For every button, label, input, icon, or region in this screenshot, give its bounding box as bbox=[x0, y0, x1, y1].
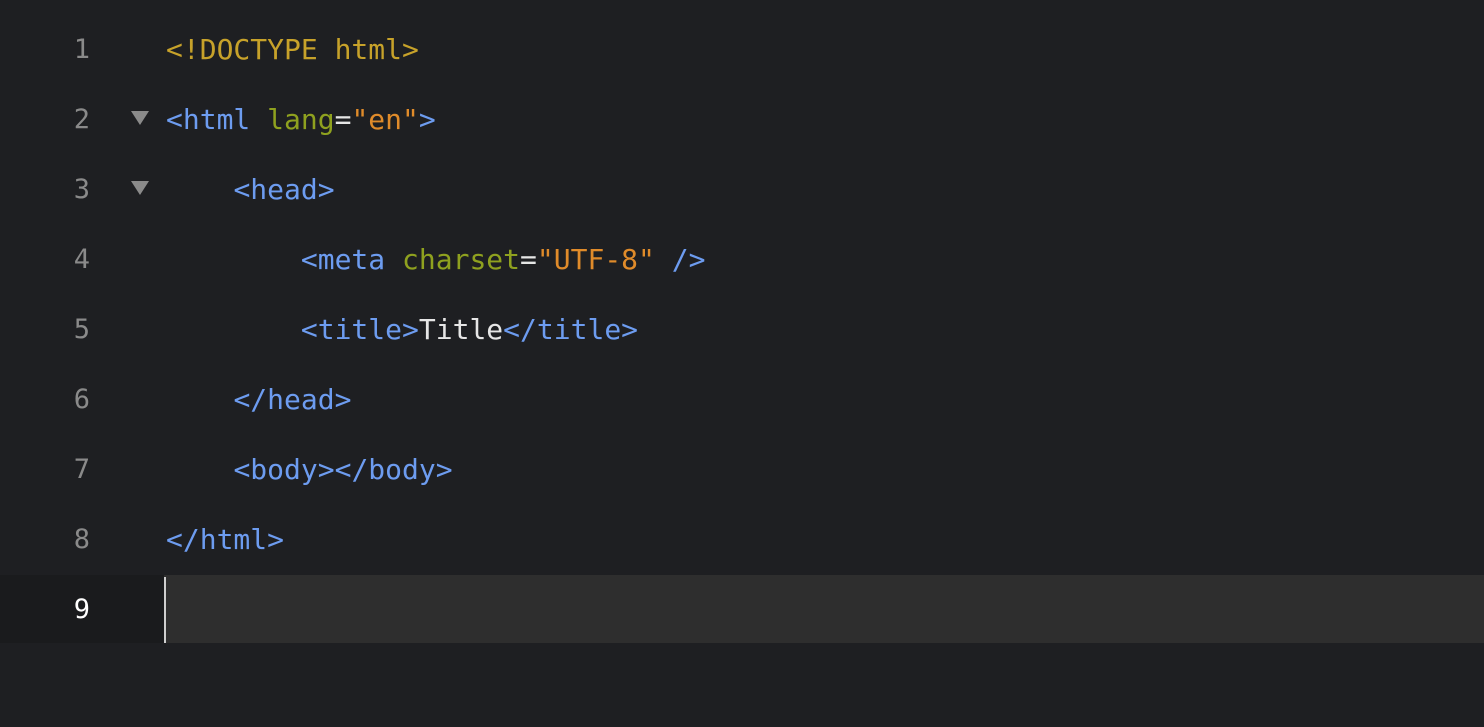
line-number: 8 bbox=[73, 524, 90, 555]
token-string: "en" bbox=[351, 103, 419, 136]
code-text[interactable]: </html> bbox=[166, 505, 284, 575]
token-punct: = bbox=[520, 243, 537, 276]
token-tag: </head> bbox=[233, 383, 352, 416]
code-editor[interactable]: 1 <!DOCTYPE html> 2 <html lang="en"> 3 <head… bbox=[0, 0, 1484, 727]
code-line[interactable]: 9 bbox=[0, 575, 1484, 645]
line-number: 2 bbox=[73, 104, 90, 135]
line-number: 7 bbox=[73, 454, 90, 485]
code-line[interactable]: 1 <!DOCTYPE html> bbox=[0, 15, 1484, 85]
code-line[interactable]: 4 <meta charset="UTF-8" /> bbox=[0, 225, 1484, 295]
code-line[interactable]: 5 <title>Title</title> bbox=[0, 295, 1484, 365]
code-text[interactable]: </head> bbox=[166, 365, 351, 435]
code-line[interactable]: 2 <html lang="en"> bbox=[0, 85, 1484, 155]
token-doctype: <!DOCTYPE html> bbox=[166, 33, 419, 66]
code-text[interactable]: <meta charset="UTF-8" /> bbox=[166, 225, 706, 295]
token-string: "UTF-8" bbox=[536, 243, 655, 276]
token-tag: <meta bbox=[300, 243, 386, 276]
line-number: 3 bbox=[73, 174, 90, 205]
code-text[interactable]: <!DOCTYPE html> bbox=[166, 15, 419, 85]
line-number: 5 bbox=[73, 314, 90, 345]
line-number: 1 bbox=[73, 34, 90, 65]
code-line[interactable]: 7 <body></body> bbox=[0, 435, 1484, 505]
token-tag: <title> bbox=[300, 313, 419, 346]
token-tag: </html> bbox=[166, 523, 285, 556]
fold-arrow-icon[interactable] bbox=[131, 111, 149, 125]
token-attribute: lang bbox=[267, 103, 335, 136]
token-tag: </title> bbox=[503, 313, 639, 346]
line-number: 6 bbox=[73, 384, 90, 415]
editor-empty-area[interactable] bbox=[0, 643, 1484, 727]
code-text[interactable]: <html lang="en"> bbox=[166, 85, 436, 155]
token-attribute: charset bbox=[402, 243, 521, 276]
fold-arrow-icon[interactable] bbox=[131, 181, 149, 195]
code-line[interactable]: 6 </head> bbox=[0, 365, 1484, 435]
code-line[interactable]: 3 <head> bbox=[0, 155, 1484, 225]
token-tag: </body> bbox=[334, 453, 453, 486]
token-tag: /> bbox=[654, 243, 706, 276]
token-text: Title bbox=[418, 313, 504, 346]
line-number: 9 bbox=[73, 594, 90, 625]
code-text[interactable]: <title>Title</title> bbox=[166, 295, 638, 365]
token-tag: <html bbox=[166, 103, 251, 136]
token-tag: <body> bbox=[233, 453, 335, 486]
token-punct: = bbox=[334, 103, 352, 136]
line-number: 4 bbox=[73, 244, 90, 275]
code-text[interactable]: <body></body> bbox=[166, 435, 453, 505]
code-text[interactable]: <head> bbox=[166, 155, 335, 225]
text-cursor bbox=[164, 577, 166, 643]
token-tag: <head> bbox=[233, 173, 335, 206]
token-tag: > bbox=[418, 103, 436, 136]
code-line[interactable]: 8 </html> bbox=[0, 505, 1484, 575]
